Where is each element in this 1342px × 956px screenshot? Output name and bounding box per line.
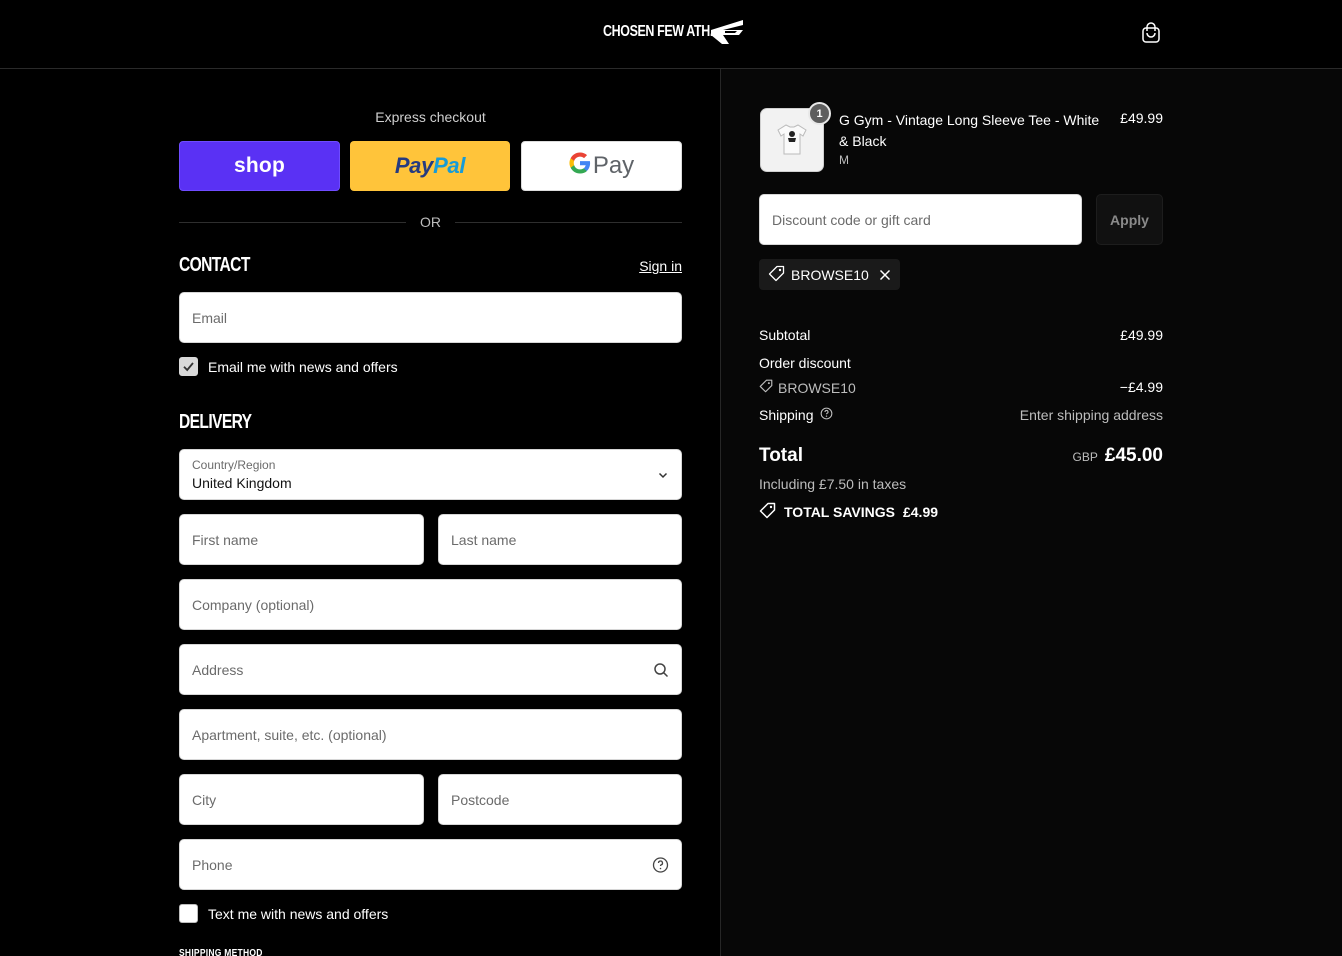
first-name-placeholder: First name	[192, 531, 259, 548]
address-field[interactable]: Address	[179, 644, 682, 695]
product-price: £49.99	[1120, 110, 1163, 126]
logo-text: CHOSEN FEW ATH.	[603, 23, 713, 40]
discount-value: −£4.99	[1119, 379, 1163, 395]
quantity-badge: 1	[808, 102, 831, 125]
applied-code: BROWSE10	[791, 266, 869, 283]
savings-value: £4.99	[902, 504, 939, 520]
shipping-label: Shipping	[759, 407, 814, 423]
subtotal-value: £49.99	[1120, 327, 1163, 343]
total-savings: TOTAL SAVINGS £4.99	[759, 502, 938, 522]
email-news-label: Email me with news and offers	[208, 358, 398, 375]
city-field[interactable]: City	[179, 774, 424, 825]
google-pay-label: Pay	[592, 152, 635, 179]
phone-field[interactable]: Phone	[179, 839, 682, 890]
express-checkout-title: Express checkout	[375, 109, 486, 125]
discount-code-input[interactable]: Discount code or gift card	[759, 194, 1082, 245]
shipping-row: Shipping Enter shipping address	[759, 407, 1163, 423]
tag-icon	[759, 379, 773, 396]
total-value: £45.00	[1104, 445, 1163, 466]
postcode-field[interactable]: Postcode	[438, 774, 682, 825]
or-divider: OR	[179, 212, 682, 232]
city-placeholder: City	[192, 791, 217, 808]
taxes-note: Including £7.50 in taxes	[759, 476, 907, 492]
apply-button[interactable]: Apply	[1096, 194, 1163, 245]
checkbox-checked-icon[interactable]	[179, 357, 198, 376]
product-variant: M	[839, 153, 849, 167]
shop-pay-button[interactable]: shop	[179, 141, 340, 191]
help-circle-icon[interactable]	[820, 407, 833, 423]
product-name: G Gym - Vintage Long Sleeve Tee - White …	[839, 112, 1100, 149]
discount-code-row: BROWSE10 −£4.99	[759, 379, 1163, 396]
paypal-logo: PayPal	[394, 153, 466, 178]
apartment-placeholder: Apartment, suite, etc. (optional)	[192, 726, 387, 743]
header: CHOSEN FEW ATH.	[0, 0, 1342, 69]
country-label: Country/Region	[192, 457, 276, 472]
country-value: United Kingdom	[192, 474, 292, 491]
total-label: Total	[759, 445, 803, 466]
order-discount-label: Order discount	[759, 355, 851, 371]
apartment-field[interactable]: Apartment, suite, etc. (optional)	[179, 709, 682, 760]
email-news-checkbox[interactable]: Email me with news and offers	[179, 357, 398, 376]
first-name-field[interactable]: First name	[179, 514, 424, 565]
sms-news-checkbox[interactable]: Text me with news and offers	[179, 904, 388, 923]
discount-code-line: BROWSE10	[759, 379, 1163, 396]
tshirt-image-icon	[777, 124, 807, 155]
order-discount-row: Order discount	[759, 355, 1163, 371]
or-label: OR	[420, 214, 441, 230]
delivery-title: DELIVERY	[179, 411, 252, 433]
subtotal-row: Subtotal £49.99	[759, 327, 1163, 343]
sign-in-link[interactable]: Sign in	[639, 258, 682, 274]
discount-code-name: BROWSE10	[778, 379, 856, 396]
email-field[interactable]: Email	[179, 292, 682, 343]
paypal-button[interactable]: PayPal	[350, 141, 510, 191]
shipping-method-title: SHIPPING METHOD	[179, 948, 263, 956]
savings-label: TOTAL SAVINGS	[784, 504, 895, 520]
tag-icon	[759, 502, 776, 522]
shipping-value: Enter shipping address	[1019, 407, 1163, 423]
email-placeholder: Email	[192, 309, 228, 326]
checkbox-unchecked-icon[interactable]	[179, 904, 198, 923]
tag-icon	[768, 265, 785, 285]
postcode-placeholder: Postcode	[451, 791, 510, 808]
google-g-icon	[569, 151, 591, 181]
google-pay-button[interactable]: Pay	[521, 141, 682, 191]
company-field[interactable]: Company (optional)	[179, 579, 682, 630]
subtotal-label: Subtotal	[759, 327, 811, 343]
chevron-down-icon	[657, 469, 669, 481]
shopping-bag-icon[interactable]	[1138, 20, 1164, 46]
column-divider	[720, 69, 721, 956]
remove-discount-icon[interactable]	[879, 269, 891, 281]
last-name-placeholder: Last name	[451, 531, 517, 548]
company-placeholder: Company (optional)	[192, 596, 315, 613]
help-circle-icon[interactable]	[652, 856, 669, 873]
country-select[interactable]: Country/Region United Kingdom	[179, 449, 682, 500]
contact-title: CONTACT	[179, 254, 250, 276]
discount-placeholder: Discount code or gift card	[772, 211, 931, 228]
search-icon	[653, 662, 669, 678]
logo-mark-icon	[709, 18, 745, 46]
last-name-field[interactable]: Last name	[438, 514, 682, 565]
applied-discount-tag: BROWSE10	[759, 259, 900, 290]
shop-pay-label: shop	[234, 154, 285, 177]
address-placeholder: Address	[192, 661, 244, 678]
currency-code: GBP	[1072, 450, 1098, 464]
sms-news-label: Text me with news and offers	[208, 905, 389, 922]
phone-placeholder: Phone	[192, 856, 233, 873]
store-logo[interactable]: CHOSEN FEW ATH.	[603, 18, 745, 46]
total-amount: GBP £45.00	[1073, 445, 1163, 467]
